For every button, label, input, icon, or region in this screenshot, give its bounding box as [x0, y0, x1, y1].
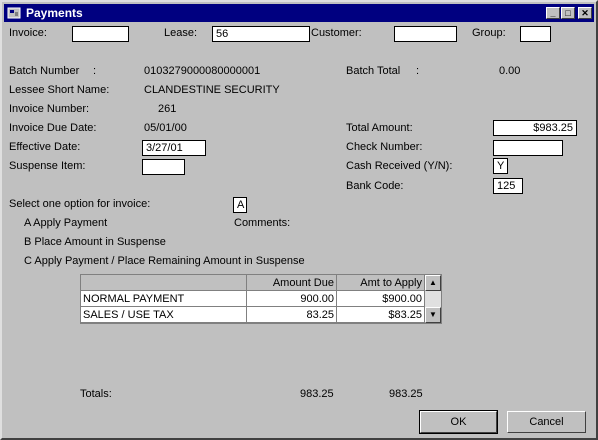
- bank-code-input[interactable]: 125: [493, 178, 523, 194]
- total-amount-label: Total Amount:: [346, 122, 413, 134]
- ok-button[interactable]: OK: [419, 410, 498, 434]
- row-amt-to-apply[interactable]: $83.25: [337, 307, 425, 323]
- scroll-down-icon[interactable]: ▼: [425, 307, 441, 323]
- payment-grid: Amount Due Amt to Apply NORMAL PAYMENT 9…: [80, 274, 442, 324]
- window-title: Payments: [26, 6, 83, 20]
- batch-total-colon: :: [416, 65, 420, 77]
- title-bar: Payments _ □ ✕: [4, 4, 594, 22]
- option-prompt: Select one option for invoice:: [9, 198, 151, 210]
- cash-received-label: Cash Received (Y/N):: [346, 160, 453, 172]
- comments-label: Comments:: [234, 217, 291, 229]
- row-description: NORMAL PAYMENT: [81, 291, 247, 307]
- batch-number-label: Batch Number: [9, 65, 80, 77]
- batch-number-value: 0103279000080000001: [144, 65, 261, 77]
- lease-input[interactable]: 56: [212, 26, 310, 42]
- bank-code-label: Bank Code:: [346, 180, 404, 192]
- effective-date-input[interactable]: 3/27/01: [142, 140, 206, 156]
- lessee-label: Lessee Short Name:: [9, 84, 110, 96]
- suspense-item-label: Suspense Item:: [9, 160, 86, 172]
- totals-label: Totals:: [80, 388, 112, 400]
- row-amt-to-apply[interactable]: $900.00: [337, 291, 425, 307]
- customer-label: Customer:: [311, 27, 362, 39]
- option-a-label: A Apply Payment: [24, 217, 108, 229]
- invoice-input[interactable]: [72, 26, 129, 42]
- column-header-amt-to-apply[interactable]: Amt to Apply: [337, 275, 425, 291]
- cancel-button[interactable]: Cancel: [507, 411, 586, 433]
- grid-scrollbar[interactable]: ▲ ▼: [425, 275, 441, 323]
- due-date-label: Invoice Due Date:: [9, 122, 97, 134]
- batch-number-colon: :: [93, 65, 97, 77]
- minimize-button[interactable]: _: [546, 7, 560, 19]
- batch-total-label: Batch Total: [346, 65, 401, 77]
- grid-corner: [81, 275, 247, 291]
- batch-total-value: 0.00: [499, 65, 521, 77]
- option-b-label: B Place Amount in Suspense: [24, 236, 166, 248]
- invoice-number-value: 261: [158, 103, 177, 115]
- option-input[interactable]: A: [233, 197, 247, 213]
- total-amount-field[interactable]: $983.25: [493, 120, 577, 136]
- check-number-label: Check Number:: [346, 141, 423, 153]
- invoice-number-label: Invoice Number:: [9, 103, 90, 115]
- group-label: Group:: [472, 27, 506, 39]
- customer-input[interactable]: [394, 26, 457, 42]
- option-c-label: C Apply Payment / Place Remaining Amount…: [24, 255, 305, 267]
- column-header-amount-due[interactable]: Amount Due: [247, 275, 337, 291]
- totals-amount-due: 983.25: [300, 388, 334, 400]
- table-row[interactable]: NORMAL PAYMENT 900.00 $900.00: [81, 291, 425, 307]
- row-description: SALES / USE TAX: [81, 307, 247, 323]
- totals-amt-to-apply: 983.25: [389, 388, 423, 400]
- effective-date-label: Effective Date:: [9, 141, 81, 153]
- suspense-item-input[interactable]: [142, 159, 185, 175]
- due-date-value: 05/01/00: [144, 122, 187, 134]
- row-amount-due: 83.25: [247, 307, 337, 323]
- maximize-button[interactable]: □: [561, 7, 575, 19]
- app-icon: [7, 7, 21, 19]
- table-row[interactable]: SALES / USE TAX 83.25 $83.25: [81, 307, 425, 323]
- cash-received-input[interactable]: Y: [493, 158, 508, 174]
- group-input[interactable]: [520, 26, 551, 42]
- close-button[interactable]: ✕: [578, 7, 592, 19]
- invoice-label: Invoice:: [9, 27, 47, 39]
- scroll-up-icon[interactable]: ▲: [425, 275, 441, 291]
- lease-label: Lease:: [164, 27, 198, 39]
- lessee-value: CLANDESTINE SECURITY: [144, 84, 280, 96]
- row-amount-due: 900.00: [247, 291, 337, 307]
- check-number-input[interactable]: [493, 140, 563, 156]
